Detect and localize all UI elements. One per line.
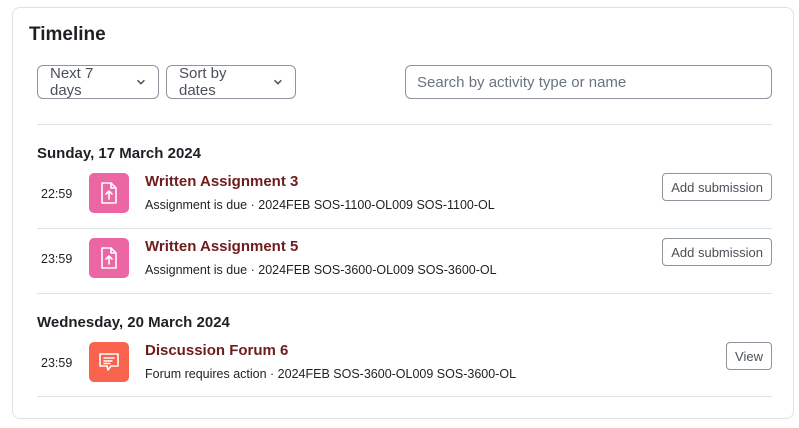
assignment-upload-icon — [89, 173, 129, 213]
divider — [37, 396, 772, 397]
timeline-block: Timeline Next 7 days Sort by dates Sunda… — [12, 7, 794, 419]
event-meta: Forum requires action · 2024FEB SOS-3600… — [145, 367, 517, 381]
divider — [37, 293, 772, 294]
event-time: 23:59 — [41, 252, 73, 266]
event-time: 22:59 — [41, 187, 73, 201]
day-filter-dropdown[interactable]: Next 7 days — [37, 65, 159, 99]
add-submission-button[interactable]: Add submission — [662, 173, 772, 201]
chevron-down-icon — [274, 79, 283, 85]
event-link[interactable]: Discussion Forum 6 — [145, 342, 288, 359]
divider — [37, 228, 772, 229]
date-heading: Wednesday, 20 March 2024 — [37, 314, 230, 331]
event-link[interactable]: Written Assignment 3 — [145, 173, 298, 190]
search-input[interactable] — [405, 65, 772, 99]
view-button[interactable]: View — [726, 342, 772, 370]
chevron-down-icon — [137, 79, 146, 85]
event-time: 23:59 — [41, 356, 73, 370]
date-heading: Sunday, 17 March 2024 — [37, 145, 201, 162]
event-meta: Assignment is due · 2024FEB SOS-3600-OL0… — [145, 263, 497, 277]
event-item: 23:59 Written Assignment 5 Assignment is… — [37, 234, 772, 288]
event-meta: Assignment is due · 2024FEB SOS-1100-OL0… — [145, 198, 495, 212]
event-item: 22:59 Written Assignment 3 Assignment is… — [37, 169, 772, 223]
divider — [37, 124, 772, 125]
sort-label: Sort by dates — [179, 65, 227, 99]
day-filter-label: Next 7 days — [50, 65, 94, 99]
assignment-upload-icon — [89, 238, 129, 278]
event-link[interactable]: Written Assignment 5 — [145, 238, 298, 255]
add-submission-button[interactable]: Add submission — [662, 238, 772, 266]
forum-icon — [89, 342, 129, 382]
timeline-title: Timeline — [29, 24, 106, 45]
sort-dropdown[interactable]: Sort by dates — [166, 65, 296, 99]
event-item: 23:59 Discussion Forum 6 Forum requires … — [37, 338, 772, 392]
